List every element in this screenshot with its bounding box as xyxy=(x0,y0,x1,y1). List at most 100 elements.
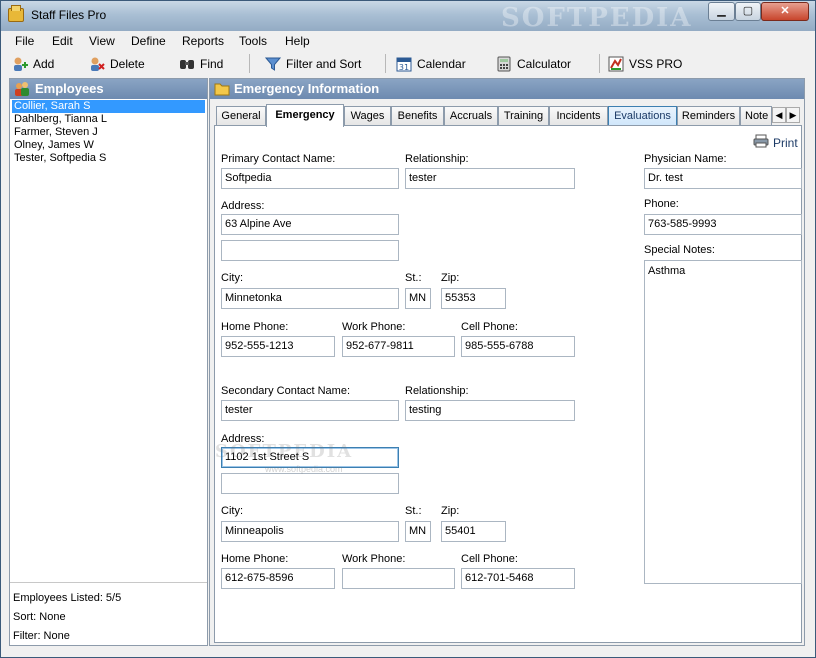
primary-address-label: Address: xyxy=(221,200,265,212)
title-bar[interactable]: Staff Files Pro SOFTPEDIA ▁ ▢ ✕ xyxy=(1,1,815,33)
emergency-info-panel: Emergency Information General Emergency … xyxy=(209,78,805,646)
tab-strip: General Emergency Wages Benefits Accrual… xyxy=(215,104,803,127)
secondary-state-label: St.: xyxy=(405,505,422,517)
tab-notes[interactable]: Note xyxy=(740,106,772,126)
delete-label: Delete xyxy=(110,57,145,71)
secondary-work-phone-field[interactable] xyxy=(342,568,455,589)
secondary-cell-phone-field[interactable]: 612-701-5468 xyxy=(461,568,575,589)
primary-zip-label: Zip: xyxy=(441,272,460,284)
primary-cell-phone-field[interactable]: 985-555-6788 xyxy=(461,336,575,357)
minimize-button[interactable]: ▁ xyxy=(708,2,735,21)
find-icon xyxy=(179,56,195,72)
toolbar-separator xyxy=(249,54,250,73)
special-notes-field[interactable]: Asthma xyxy=(644,260,802,584)
calculator-button[interactable]: Calculator xyxy=(496,54,571,74)
primary-address2-field[interactable] xyxy=(221,240,399,261)
vss-pro-button[interactable]: VSS PRO xyxy=(608,54,682,74)
physician-name-field[interactable]: Dr. test xyxy=(644,168,802,189)
employees-header: Employees xyxy=(10,79,207,99)
print-button[interactable]: Print xyxy=(753,134,798,151)
primary-state-label: St.: xyxy=(405,272,422,284)
secondary-city-label: City: xyxy=(221,505,243,517)
softpedia-watermark: SOFTPEDIA xyxy=(501,3,693,33)
primary-home-phone-field[interactable]: 952-555-1213 xyxy=(221,336,335,357)
menu-help[interactable]: Help xyxy=(285,34,310,48)
calculator-icon xyxy=(496,56,512,72)
menu-reports[interactable]: Reports xyxy=(182,34,224,48)
special-notes-label: Special Notes: xyxy=(644,244,715,256)
list-item[interactable]: Farmer, Steven J xyxy=(12,126,205,139)
menu-edit[interactable]: Edit xyxy=(52,34,73,48)
menu-view[interactable]: View xyxy=(89,34,115,48)
filter-sort-button[interactable]: Filter and Sort xyxy=(264,54,362,74)
physician-name-label: Physician Name: xyxy=(644,153,727,165)
primary-contact-field[interactable]: Softpedia xyxy=(221,168,399,189)
primary-address1-field[interactable]: 63 Alpine Ave xyxy=(221,214,399,235)
emergency-info-header: Emergency Information xyxy=(210,79,804,99)
secondary-relationship-label: Relationship: xyxy=(405,385,469,397)
calculator-label: Calculator xyxy=(517,57,572,71)
filter-sort-label: Filter and Sort xyxy=(286,57,362,71)
tab-evaluations[interactable]: Evaluations xyxy=(608,106,677,126)
maximize-button[interactable]: ▢ xyxy=(735,2,761,21)
vss-pro-label: VSS PRO xyxy=(629,57,683,71)
calendar-button[interactable]: 31 Calendar xyxy=(396,54,466,74)
calendar-label: Calendar xyxy=(417,57,466,71)
print-icon xyxy=(753,134,769,151)
secondary-zip-label: Zip: xyxy=(441,505,460,517)
primary-city-field[interactable]: Minnetonka xyxy=(221,288,399,309)
secondary-address2-field[interactable] xyxy=(221,473,399,494)
tab-general[interactable]: General xyxy=(216,106,266,126)
softpedia-watermark: SOFTPEDIA xyxy=(215,441,354,462)
secondary-relationship-field[interactable]: testing xyxy=(405,400,575,421)
delete-button[interactable]: Delete xyxy=(89,54,145,74)
tab-wages[interactable]: Wages xyxy=(344,106,391,126)
primary-relationship-label: Relationship: xyxy=(405,153,469,165)
tab-reminders[interactable]: Reminders xyxy=(677,106,740,126)
primary-relationship-field[interactable]: tester xyxy=(405,168,575,189)
menu-file[interactable]: File xyxy=(15,34,34,48)
softpedia-watermark-url: www.softpedia.com xyxy=(265,464,343,474)
tab-emergency[interactable]: Emergency xyxy=(266,104,344,127)
close-button[interactable]: ✕ xyxy=(761,2,809,21)
secondary-home-phone-field[interactable]: 612-675-8596 xyxy=(221,568,335,589)
list-item[interactable]: Olney, James W xyxy=(12,139,205,152)
find-button[interactable]: Find xyxy=(179,54,223,74)
primary-state-field[interactable]: MN xyxy=(405,288,431,309)
menu-define[interactable]: Define xyxy=(131,34,166,48)
add-button[interactable]: Add xyxy=(12,54,54,74)
primary-home-phone-label: Home Phone: xyxy=(221,321,289,333)
list-item[interactable]: Dahlberg, Tianna L xyxy=(12,113,205,126)
tab-benefits[interactable]: Benefits xyxy=(391,106,444,126)
vss-icon xyxy=(608,56,624,72)
list-item[interactable]: Tester, Softpedia S xyxy=(12,152,205,165)
list-item[interactable]: Collier, Sarah S xyxy=(12,100,205,113)
secondary-contact-field[interactable]: tester xyxy=(221,400,399,421)
secondary-work-phone-label: Work Phone: xyxy=(342,553,406,565)
secondary-cell-phone-label: Cell Phone: xyxy=(461,553,518,565)
physician-phone-label: Phone: xyxy=(644,198,679,210)
secondary-zip-field[interactable]: 55401 xyxy=(441,521,506,542)
secondary-city-field[interactable]: Minneapolis xyxy=(221,521,399,542)
chevron-left-icon[interactable]: ◀ xyxy=(772,107,786,123)
primary-zip-field[interactable]: 55353 xyxy=(441,288,506,309)
employees-listed-count: Employees Listed: 5/5 xyxy=(13,592,122,604)
menu-tools[interactable]: Tools xyxy=(239,34,267,48)
add-label: Add xyxy=(33,57,55,71)
people-icon xyxy=(14,81,30,97)
physician-phone-field[interactable]: 763-585-9993 xyxy=(644,214,802,235)
tab-accruals[interactable]: Accruals xyxy=(444,106,498,126)
secondary-state-field[interactable]: MN xyxy=(405,521,431,542)
tab-training[interactable]: Training xyxy=(498,106,549,126)
chevron-right-icon[interactable]: ▶ xyxy=(786,107,800,123)
secondary-home-phone-label: Home Phone: xyxy=(221,553,289,565)
primary-work-phone-field[interactable]: 952-677-9811 xyxy=(342,336,455,357)
tab-incidents[interactable]: Incidents xyxy=(549,106,608,126)
toolbar: Add Delete Find Filter and Sort 31 Calen… xyxy=(1,51,815,77)
sort-status: Sort: None xyxy=(13,611,66,623)
svg-text:31: 31 xyxy=(399,63,409,72)
employees-footer: Employees Listed: 5/5 Sort: None Filter:… xyxy=(10,582,207,645)
emergency-tab-page: Print Primary Contact Name: Softpedia Re… xyxy=(214,125,802,643)
primary-contact-label: Primary Contact Name: xyxy=(221,153,336,165)
folder-icon xyxy=(8,5,24,22)
